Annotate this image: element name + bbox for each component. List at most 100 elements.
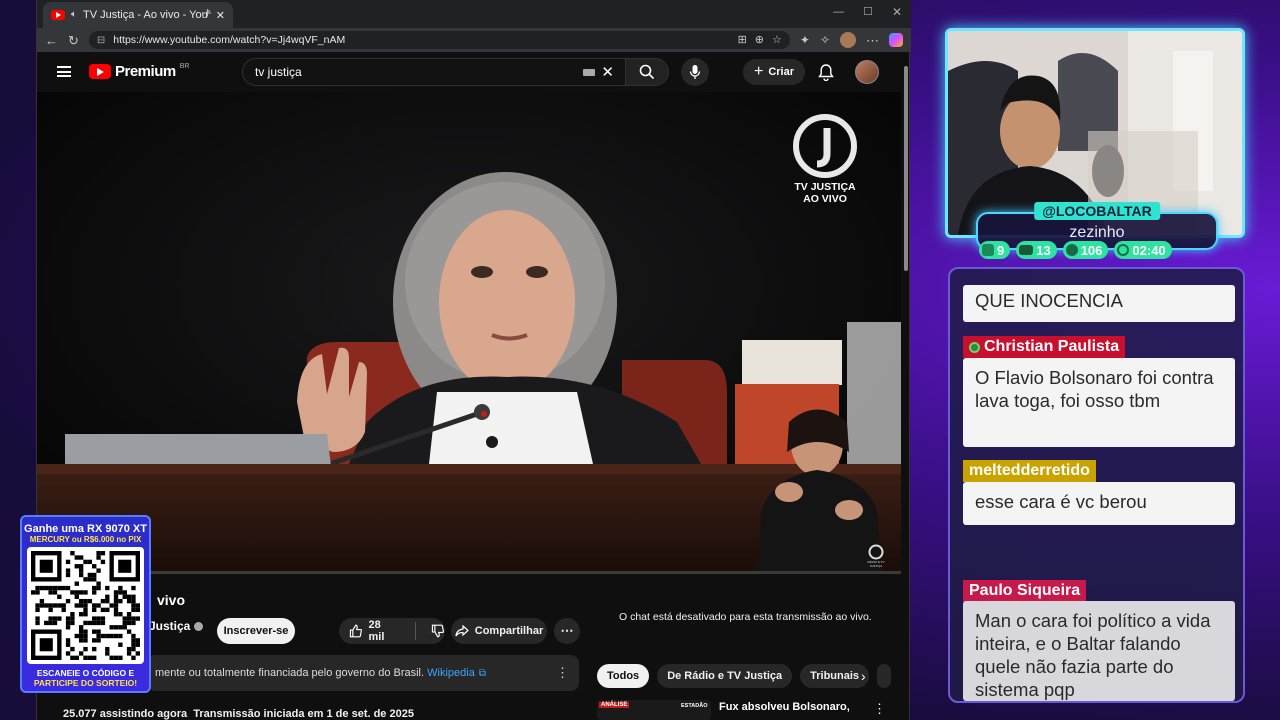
extensions-icon[interactable]: ✦	[800, 34, 810, 46]
external-link-icon: ⧉	[478, 667, 486, 679]
youtube-icon	[1019, 245, 1034, 255]
url-field[interactable]: ⊟ https://www.youtube.com/watch?v=Jj4wqV…	[88, 31, 790, 49]
video-title: vivo	[157, 592, 186, 608]
chat-message-text: Man o cara foi político a vida inteira, …	[975, 610, 1211, 700]
favorite-star-icon[interactable]: ☆	[772, 34, 782, 46]
like-button[interactable]: 28 mil	[349, 619, 399, 643]
new-tab-icon[interactable]: +	[203, 6, 212, 21]
kick-icon	[1065, 244, 1078, 256]
video-frame	[37, 92, 901, 574]
more-horizontal-icon: ⋯	[560, 623, 574, 638]
thumbs-down-icon[interactable]	[431, 624, 445, 638]
voice-search-button[interactable]	[681, 58, 709, 86]
search-icon	[639, 64, 655, 80]
more-actions-button[interactable]: ⋯	[554, 618, 580, 644]
notifications-bell-icon[interactable]	[818, 63, 834, 81]
apps-icon[interactable]: ⊞	[738, 34, 747, 46]
browser-window: 🔈︎ TV Justiça - Ao vivo - YouTub ✕ + — ☐…	[36, 0, 911, 720]
chat-message-text: O Flavio Bolsonaro foi contra lava toga,…	[975, 367, 1214, 411]
subscribe-button[interactable]: Inscrever-se	[217, 618, 295, 644]
keyboard-icon[interactable]	[583, 68, 596, 76]
minimize-icon[interactable]: —	[833, 6, 844, 18]
reload-icon[interactable]: ↻	[68, 34, 79, 47]
thumbs-up-icon	[349, 624, 362, 638]
microphone-icon	[689, 65, 701, 79]
chat-username-text: Christian Paulista	[984, 338, 1120, 355]
create-button[interactable]: + Criar	[743, 59, 805, 85]
like-dislike-group: 28 mil	[339, 618, 445, 644]
share-icon	[455, 625, 469, 637]
stat-twitch: 9	[979, 241, 1011, 259]
account-avatar[interactable]	[855, 60, 879, 84]
search-button[interactable]	[625, 58, 669, 86]
notice-text: mente ou totalmente financiada pelo gove…	[155, 667, 425, 679]
share-button[interactable]: Compartilhar	[451, 618, 547, 644]
small-channel-watermark: RÁDIO E TV JUSTIÇA	[863, 544, 889, 568]
channel-name[interactable]: Justiça	[149, 619, 204, 633]
rec-badge: ANÁLISE	[599, 702, 630, 708]
tv-logo-line2: AO VIVO	[803, 193, 847, 205]
clock-icon	[1117, 244, 1130, 256]
streamer-handle: @LOCOBALTAR	[1034, 202, 1160, 220]
kick-count: 106	[1080, 242, 1103, 258]
rec-menu-icon[interactable]: ⋮	[873, 701, 886, 717]
tab-title: TV Justiça - Ao vivo - YouTub	[83, 9, 210, 21]
clear-search-icon[interactable]: ✕	[601, 63, 614, 81]
chat-message: QUE INOCENCIA	[963, 285, 1235, 322]
address-bar: ← ↻ ⊟ https://www.youtube.com/watch?v=Jj…	[37, 28, 911, 52]
promo-cta-line1: ESCANEIE O CÓDIGO E	[36, 668, 135, 678]
chat-username: Paulo Siqueira	[963, 580, 1087, 602]
hamburger-menu-icon[interactable]	[57, 66, 71, 77]
zoom-icon[interactable]: ⊕	[755, 34, 764, 46]
subscribe-label: Inscrever-se	[223, 625, 289, 637]
live-stats: 25.077 assistindo agora Transmissão inic…	[63, 708, 414, 720]
qr-code[interactable]	[27, 547, 144, 664]
tv-logo-line1: TV JUSTIÇA	[794, 181, 856, 193]
tv-justica-logo: TV JUSTIÇA AO VIVO	[789, 114, 861, 205]
divider	[414, 622, 416, 640]
profile-icon[interactable]	[840, 32, 856, 48]
puzzle-icon[interactable]: ✧	[820, 34, 830, 46]
chat-disabled-message: O chat está desativado para esta transmi…	[619, 611, 872, 623]
like-count: 28 mil	[368, 619, 385, 643]
twitch-count: 9	[997, 242, 1005, 258]
stat-youtube: 13	[1016, 241, 1057, 259]
site-info-icon[interactable]: ⊟	[97, 35, 105, 46]
search-input[interactable]: tv justiça ✕	[242, 58, 627, 86]
promo-headline: Ganhe uma RX 9070 XT	[24, 523, 147, 535]
chip-radio-tv-justica[interactable]: De Rádio e TV Justiça	[657, 664, 793, 688]
chips-next-icon[interactable]: ›	[861, 668, 866, 684]
scrollbar-thumb[interactable]	[904, 66, 908, 271]
maximize-icon[interactable]: ☐	[863, 5, 873, 18]
recommended-video[interactable]: ANÁLISE ESTADÃO Fux absolveu Bolsonaro,	[597, 700, 850, 720]
copilot-icon[interactable]	[889, 33, 903, 47]
chip-todos[interactable]: Todos	[597, 664, 650, 688]
plus-icon: +	[753, 63, 764, 80]
chip-tribunais[interactable]: Tribunais	[800, 664, 870, 688]
recommendation-chips: Todos De Rádio e TV Justiça Tribunais	[597, 664, 892, 688]
uptime-value: 02:40	[1132, 242, 1166, 258]
video-player[interactable]: TV JUSTIÇA AO VIVO RÁDIO E TV JUSTIÇA	[37, 92, 901, 574]
more-menu-icon[interactable]: ⋯	[866, 34, 879, 47]
youtube-play-icon	[89, 64, 111, 79]
chat-message: esse cara é vc berou	[963, 482, 1235, 525]
youtube-count: 13	[1036, 242, 1051, 258]
url-text: https://www.youtube.com/watch?v=Jj4wqVF_…	[113, 34, 346, 46]
small-watermark-text: RÁDIO E TV JUSTIÇA	[867, 560, 885, 568]
youtube-logo[interactable]: Premium BR	[89, 63, 189, 80]
stream-chat-overlay: QUE INOCENCIA Christian Paulista O Flavi…	[948, 267, 1245, 703]
twitch-icon	[982, 244, 994, 256]
back-icon[interactable]: ←	[45, 34, 58, 47]
rec-source: ESTADÃO	[681, 703, 708, 709]
chip-partial[interactable]	[877, 664, 892, 688]
notice-menu-icon[interactable]: ⋮	[556, 665, 569, 681]
chat-message: O Flavio Bolsonaro foi contra lava toga,…	[963, 358, 1235, 447]
channel-name-text: Justiça	[149, 619, 191, 633]
stat-uptime: 02:40	[1114, 241, 1172, 259]
close-window-icon[interactable]: ✕	[892, 5, 902, 19]
wikipedia-link[interactable]: Wikipedia	[427, 667, 475, 679]
close-tab-icon[interactable]: ✕	[216, 9, 225, 22]
logo-region: BR	[179, 63, 190, 70]
rec-thumbnail: ANÁLISE ESTADÃO	[597, 700, 711, 720]
chat-username: meltedderretido	[963, 460, 1096, 482]
